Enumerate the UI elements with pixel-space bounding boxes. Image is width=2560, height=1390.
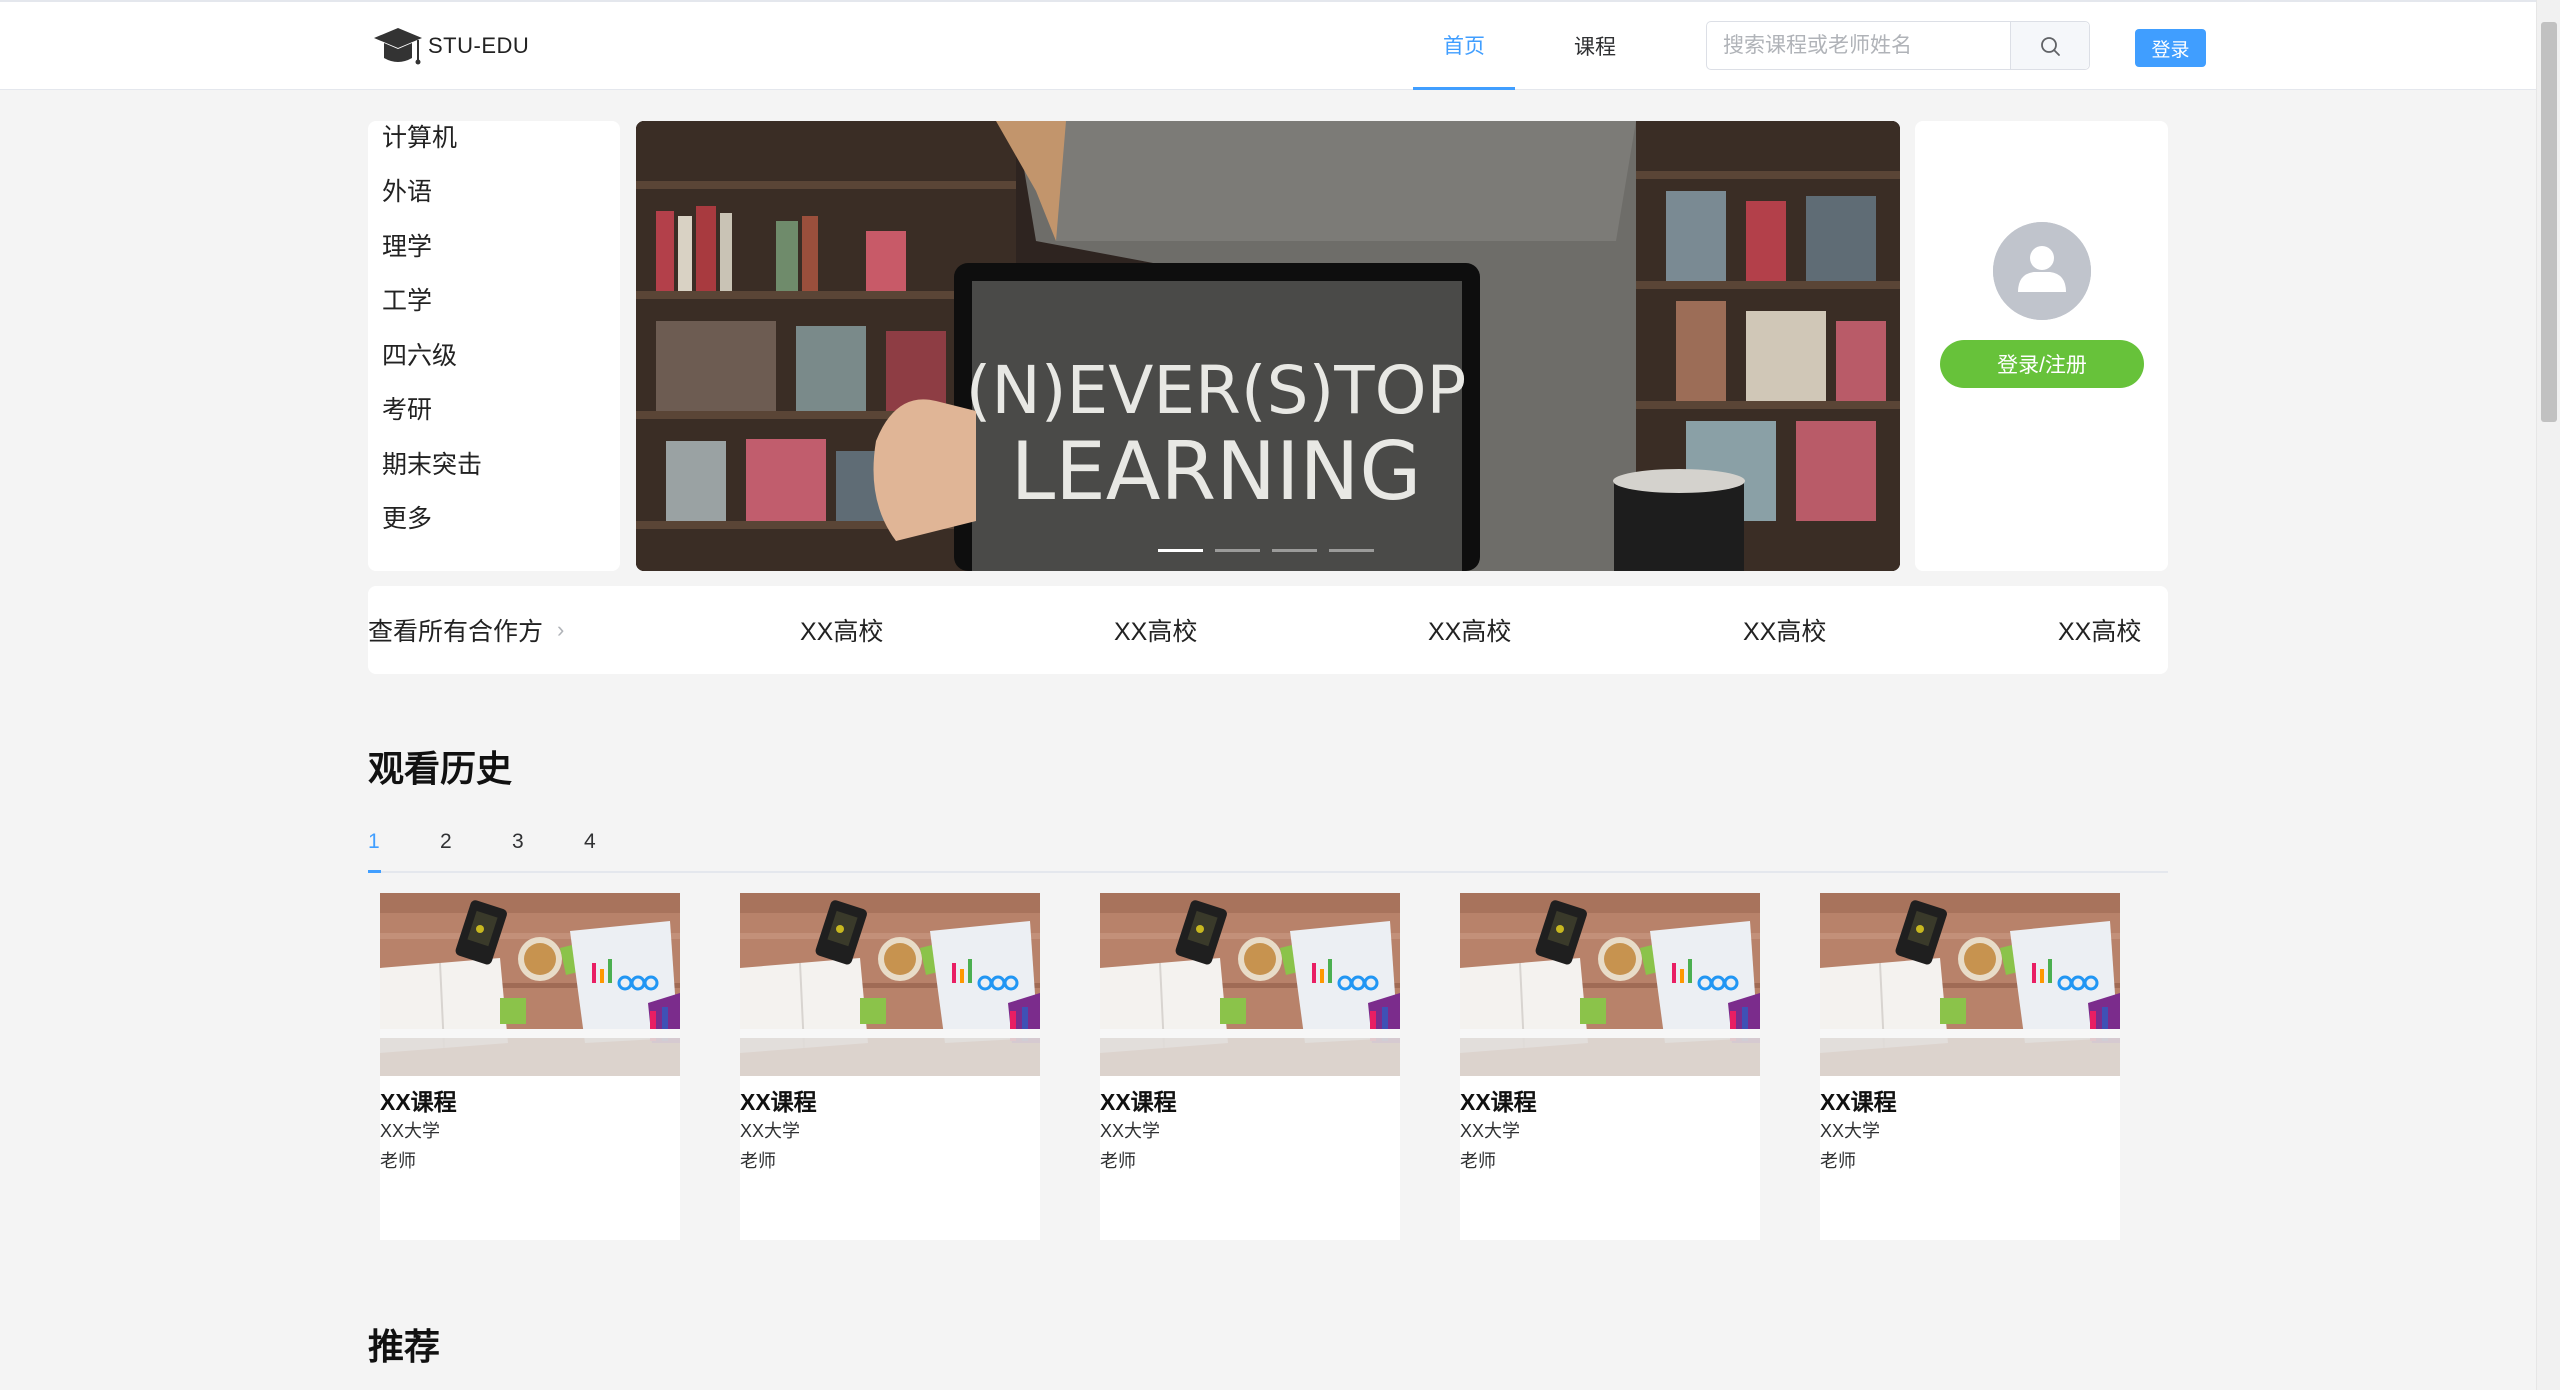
course-school: XX大学 <box>1100 1121 1161 1141</box>
partner-item[interactable]: XX高校 <box>1743 586 1826 674</box>
nav-home[interactable]: 首页 <box>1413 2 1515 90</box>
course-school: XX大学 <box>740 1121 801 1141</box>
search-icon <box>2041 36 2060 56</box>
carousel-indicators <box>1158 549 1374 552</box>
course-name: XX课程 <box>1460 1089 1537 1115</box>
view-all-partners-label: 查看所有合作方 <box>368 618 544 646</box>
carousel-dot[interactable] <box>1329 549 1374 552</box>
partner-item[interactable]: XX高校 <box>1114 586 1197 674</box>
chevron-right-icon: › <box>557 617 565 642</box>
course-card[interactable]: XX课程 XX大学 老师 <box>380 893 680 1240</box>
scrollbar-thumb[interactable] <box>2541 22 2557 422</box>
history-tab[interactable]: 3 <box>512 830 524 854</box>
course-thumbnail <box>1820 893 2120 1076</box>
carousel-dot[interactable] <box>1158 549 1203 552</box>
search-button[interactable] <box>2010 22 2089 69</box>
top-navbar: STU-EDU 首页 课程 登录 <box>0 0 2536 90</box>
carousel-dot[interactable] <box>1272 549 1317 552</box>
page-scrollbar[interactable] <box>2536 0 2560 1390</box>
course-teacher: 老师 <box>1460 1151 1496 1171</box>
search-input[interactable] <box>1707 22 2010 69</box>
course-name: XX课程 <box>740 1089 817 1115</box>
nav-courses[interactable]: 课程 <box>1545 2 1645 90</box>
course-thumbnail <box>1100 893 1400 1076</box>
category-menu: 计算机 外语 理学 工学 四六级 考研 期末突击 更多 <box>368 121 620 571</box>
partner-item[interactable]: XX高校 <box>2058 586 2141 674</box>
category-item[interactable]: 四六级 <box>368 339 620 394</box>
course-teacher: 老师 <box>380 1151 416 1171</box>
course-name: XX课程 <box>380 1089 457 1115</box>
course-school: XX大学 <box>1820 1121 1881 1141</box>
course-school: XX大学 <box>380 1121 441 1141</box>
course-card[interactable]: XX课程 XX大学 老师 <box>1820 893 2120 1240</box>
category-item[interactable]: 计算机 <box>368 121 620 175</box>
history-title: 观看历史 <box>368 748 513 789</box>
carousel-dot[interactable] <box>1215 549 1260 552</box>
category-item[interactable]: 理学 <box>368 230 620 285</box>
chalkboard-line-1: (N)EVER(S)TOP <box>966 352 1467 429</box>
user-card: 登录/注册 <box>1915 121 2168 571</box>
category-item[interactable]: 期末突击 <box>368 448 620 503</box>
graduation-cap-icon <box>374 28 422 65</box>
chalkboard-line-2: LEARNING <box>1011 425 1422 518</box>
course-card[interactable]: XX课程 XX大学 老师 <box>1460 893 1760 1240</box>
category-item[interactable]: 工学 <box>368 284 620 339</box>
course-thumbnail <box>380 893 680 1076</box>
history-page-tabs: 1 2 3 4 <box>368 820 2168 873</box>
history-tab[interactable]: 1 <box>368 830 380 854</box>
logo-text: STU-EDU <box>428 33 530 58</box>
course-card[interactable]: XX课程 XX大学 老师 <box>1100 893 1400 1240</box>
recommend-title: 推荐 <box>368 1326 441 1367</box>
course-teacher: 老师 <box>740 1151 776 1171</box>
category-item[interactable]: 更多 <box>368 502 620 557</box>
avatar <box>1993 222 2091 320</box>
course-card[interactable]: XX课程 XX大学 老师 <box>740 893 1040 1240</box>
banner-image: (N)EVER(S)TOP LEARNING <box>636 121 1900 571</box>
course-thumbnail <box>1460 893 1760 1076</box>
banner-carousel[interactable]: (N)EVER(S)TOP LEARNING <box>636 121 1900 571</box>
category-item[interactable]: 外语 <box>368 175 620 230</box>
course-name: XX课程 <box>1820 1089 1897 1115</box>
history-tab[interactable]: 4 <box>584 830 596 854</box>
course-school: XX大学 <box>1460 1121 1521 1141</box>
login-register-button[interactable]: 登录/注册 <box>1940 340 2144 388</box>
course-name: XX课程 <box>1100 1089 1177 1115</box>
history-tab[interactable]: 2 <box>440 830 452 854</box>
course-teacher: 老师 <box>1100 1151 1136 1171</box>
course-teacher: 老师 <box>1820 1151 1856 1171</box>
partner-item[interactable]: XX高校 <box>800 586 883 674</box>
user-avatar-icon <box>1993 222 2091 320</box>
category-item[interactable]: 考研 <box>368 393 620 448</box>
login-button[interactable]: 登录 <box>2135 29 2206 67</box>
view-all-partners-link[interactable]: 查看所有合作方 › <box>368 586 564 674</box>
course-thumbnail <box>740 893 1040 1076</box>
search-box <box>1706 21 2090 70</box>
partners-bar: 查看所有合作方 › XX高校 XX高校 XX高校 XX高校 XX高校 <box>368 586 2168 674</box>
active-tab-indicator <box>368 870 381 873</box>
logo[interactable]: STU-EDU <box>372 22 529 70</box>
partner-item[interactable]: XX高校 <box>1428 586 1511 674</box>
